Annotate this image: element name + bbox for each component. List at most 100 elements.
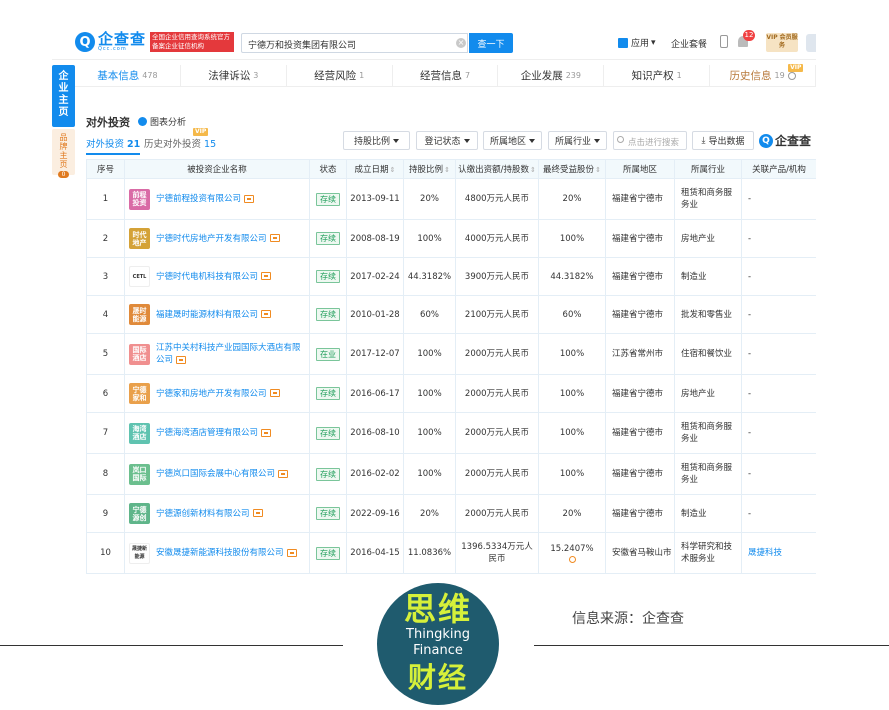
tab-basic-info[interactable]: 基本信息 478 [75, 65, 181, 86]
company-name-link[interactable]: 宁德时代电机科技有限公司 [156, 271, 272, 283]
sort-icon[interactable]: ⇕ [530, 166, 536, 174]
company-name: 宁德源创新材料有限公司 [156, 508, 250, 519]
apps-grid-icon [618, 37, 628, 48]
industry: 租赁和商务服务业 [674, 453, 742, 495]
avatar[interactable] [806, 34, 816, 52]
filter-label: 所属行业 [554, 137, 591, 147]
chevron-down-icon [594, 138, 600, 143]
equity-structure-icon[interactable] [261, 272, 272, 280]
status-cell: 存续 [309, 453, 347, 495]
status-cell: 存续 [309, 178, 347, 220]
company-name-link[interactable]: 宁德时代房地产开发有限公司 [156, 233, 280, 245]
logo-cn-bottom: 财经 [407, 661, 468, 694]
established-date: 2013-09-11 [346, 178, 404, 220]
table-header-row: 序号 被投资企业名称 状态 成立日期⇕ 持股比例⇕ 认缴出资额/持股数⇕ 最终受益股份⇕ 所属… [86, 159, 816, 179]
status-filter[interactable]: 登记状态 [416, 131, 478, 150]
tab-count: 7 [464, 71, 471, 80]
vip-badge: VIP [193, 128, 209, 136]
equity-structure-icon[interactable] [261, 310, 272, 318]
company-wrap: 国际酒店 江苏中关村科技产业园国际大酒店有限公司 [129, 342, 307, 366]
equity-structure-icon[interactable] [252, 509, 263, 517]
chart-analysis-link[interactable]: 图表分析 [138, 115, 186, 128]
table-row: 10 晟捷新能源 安徽晟捷新能源科技股份有限公司 存续 2016-04-15 11.083… [86, 532, 816, 574]
equity-structure-icon[interactable] [269, 389, 280, 397]
sort-icon[interactable]: ⇕ [595, 166, 601, 174]
vip-service-button[interactable]: VIP 会员服务 [766, 33, 798, 52]
company-logo: 晟时能源 [129, 304, 150, 325]
tab-legal[interactable]: 法律诉讼 3 [181, 65, 287, 86]
company-wrap: 晟捷新能源 安徽晟捷新能源科技股份有限公司 [129, 542, 307, 564]
tab-history[interactable]: 历史信息 19 VIP [710, 64, 816, 86]
company-name-link[interactable]: 宁德源创新材料有限公司 [156, 508, 263, 520]
company-cell: 海湾酒店 宁德海湾酒店管理有限公司 [124, 412, 310, 454]
qcc-logo[interactable]: Q 企查查 Qcc.com 全国企业信用查询系统官方备案企业征信机构 [75, 32, 235, 52]
company-logo: 国际酒店 [129, 343, 150, 365]
company-name-link[interactable]: 宁德岚口国际会展中心有限公司 [156, 468, 289, 480]
company-name-link[interactable]: 宁德前程投资有限公司 [156, 193, 255, 205]
column-header[interactable]: 成立日期⇕ [346, 159, 404, 179]
equity-structure-icon[interactable] [176, 355, 187, 364]
region: 福建省宁德市 [605, 494, 675, 533]
column-header[interactable]: 认缴出资额/持股数⇕ [455, 159, 539, 179]
sidebar-item-company-home[interactable]: 企业主页 [52, 65, 75, 127]
flame-icon[interactable] [568, 556, 576, 563]
sidebar: 企业主页 品牌主页 0 [52, 65, 75, 178]
equity-structure-icon[interactable] [278, 469, 289, 478]
equity-structure-icon[interactable] [244, 194, 255, 203]
search-input[interactable]: 宁德万和投资集团有限公司 [241, 33, 468, 53]
region: 福建省宁德市 [605, 178, 675, 220]
share-ratio-filter[interactable]: 持股比例 [343, 131, 410, 150]
package-link[interactable]: 企业套餐 [671, 37, 707, 50]
benefit-share: 15.2407% [550, 544, 594, 554]
subscribed-capital: 2000万元人民币 [455, 412, 539, 454]
search-button[interactable]: 查一下 [469, 33, 513, 53]
company-wrap: 晟时能源 福建晟时能源材料有限公司 [129, 304, 307, 325]
company-name-link[interactable]: 宁德海湾酒店管理有限公司 [156, 427, 272, 439]
table-row: 9 宁德源创 宁德源创新材料有限公司 存续 2022-09-16 20% 2000万元人民币… [86, 494, 816, 533]
apps-menu[interactable]: 应用 ▾ [618, 36, 656, 49]
share-ratio: 20% [403, 494, 456, 533]
equity-structure-icon[interactable] [286, 548, 297, 557]
tab-history-investment[interactable]: 历史对外投资 15 [144, 136, 216, 150]
share-ratio: 60% [403, 295, 456, 334]
related-product[interactable]: 晟捷科技 [741, 532, 816, 574]
sidebar-item-brand-home[interactable]: 品牌主页 0 [52, 129, 75, 178]
status-cell: 存续 [309, 257, 347, 296]
region: 安徽省马鞍山市 [605, 532, 675, 574]
company-cell: 宁德源创 宁德源创新材料有限公司 [124, 494, 310, 533]
tab-operation[interactable]: 经营信息 7 [393, 65, 499, 86]
export-button[interactable]: ⤓ 导出数据 [692, 131, 754, 150]
company-name-link[interactable]: 江苏中关村科技产业园国际大酒店有限公司 [156, 342, 307, 366]
region-filter[interactable]: 所属地区 [483, 131, 542, 150]
column-header[interactable]: 最终受益股份⇕ [538, 159, 606, 179]
logo-cn-top: 思维 [403, 590, 472, 628]
company-cell: 国际酒店 江苏中关村科技产业园国际大酒店有限公司 [124, 333, 310, 375]
tab-development[interactable]: 企业发展 239 [498, 65, 605, 86]
company-name-link[interactable]: 福建晟时能源材料有限公司 [156, 309, 272, 321]
equity-structure-icon[interactable] [269, 234, 280, 242]
clear-icon[interactable]: × [456, 38, 466, 48]
benefit-cell: 100% [538, 374, 606, 413]
phone-icon[interactable] [720, 35, 728, 48]
company-logo: 晟捷新能源 [129, 542, 150, 564]
column-header[interactable]: 持股比例⇕ [403, 159, 456, 179]
tab-risk[interactable]: 经营风险 1 [287, 65, 393, 86]
industry-filter[interactable]: 所属行业 [548, 131, 607, 150]
region: 福建省宁德市 [605, 412, 675, 454]
status-badge: 存续 [316, 192, 340, 206]
subscribed-capital: 2100万元人民币 [455, 295, 539, 334]
region: 福建省宁德市 [605, 219, 675, 258]
equity-structure-icon[interactable] [261, 428, 272, 437]
company-logo: 宁德源创 [129, 503, 150, 524]
row-number: 4 [86, 295, 125, 334]
company-name: 安徽晟捷新能源科技股份有限公司 [156, 548, 284, 558]
tab-ip[interactable]: 知识产权 1 [604, 65, 711, 86]
tab-current-investment[interactable]: 对外投资 21 [86, 136, 141, 155]
company-name-link[interactable]: 宁德家和房地产开发有限公司 [156, 388, 280, 400]
tab-count: 1 [359, 71, 365, 80]
company-name-link[interactable]: 安徽晟捷新能源科技股份有限公司 [156, 547, 297, 559]
table-search-input[interactable]: 点击进行搜索 [613, 131, 687, 150]
sort-icon[interactable]: ⇕ [390, 166, 396, 174]
status-badge: 在业 [316, 347, 340, 361]
sort-icon[interactable]: ⇕ [444, 166, 450, 174]
